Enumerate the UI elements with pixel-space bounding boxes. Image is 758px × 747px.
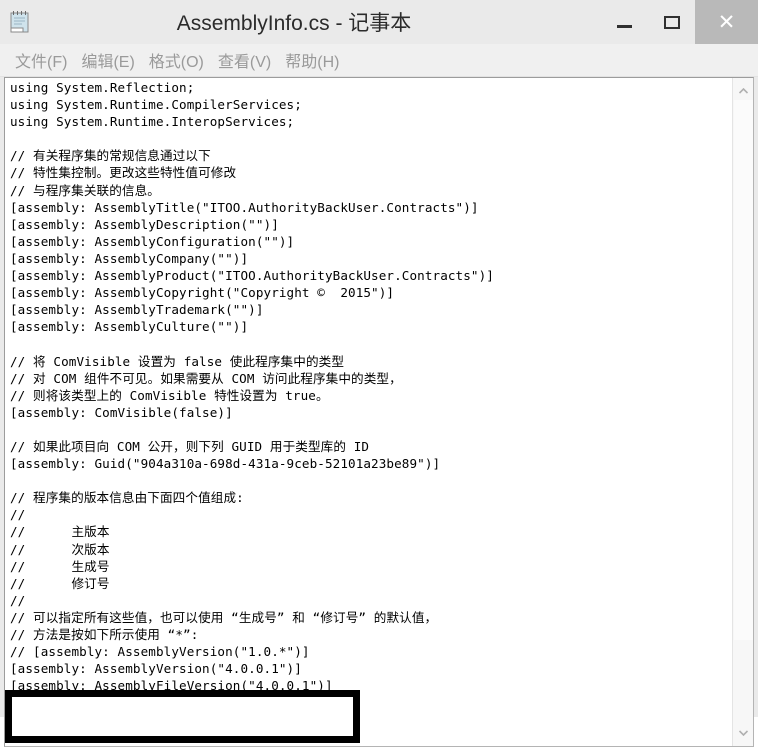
- code-line: using System.Runtime.InteropServices;: [10, 114, 295, 130]
- code-line: using System.Reflection;: [10, 80, 195, 95]
- code-line: [assembly: AssemblyDescription("")]: [10, 216, 279, 232]
- menu-item-format[interactable]: 格式(O): [142, 48, 211, 72]
- code-line: [assembly: Guid("904a310a-698d-431a-9ceb…: [10, 456, 441, 472]
- menu-item-help[interactable]: 帮助(H): [278, 48, 346, 72]
- code-line: [assembly: AssemblyCulture("")]: [10, 319, 249, 335]
- code-line: [assembly: ComVisible(false)]: [10, 404, 233, 420]
- code-line: // 将 ComVisible 设置为 false 使此程序集中的类型: [10, 353, 345, 369]
- title-bar: AssemblyInfo.cs - 记事本 ✕: [0, 0, 758, 44]
- maximize-icon: [663, 15, 680, 29]
- code-line: [assembly: AssemblyTrademark("")]: [10, 302, 264, 318]
- vertical-scrollbar[interactable]: [732, 78, 753, 746]
- code-line: // 有关程序集的常规信息通过以下: [10, 148, 211, 164]
- minimize-button[interactable]: [601, 0, 648, 44]
- code-line: // 对 COM 组件不可见。如果需要从 COM 访问此程序集中的类型，: [10, 370, 402, 386]
- window-controls: ✕: [601, 0, 758, 44]
- minimize-icon: [617, 24, 632, 28]
- notepad-icon: [10, 11, 29, 33]
- close-icon: ✕: [717, 10, 736, 34]
- menu-item-edit[interactable]: 编辑(E): [74, 48, 141, 72]
- menu-bar: 文件(F) 编辑(E) 格式(O) 查看(V) 帮助(H): [0, 44, 758, 77]
- code-line: using System.Runtime.CompilerServices;: [10, 97, 302, 113]
- code-line: [assembly: AssemblyVersion("4.0.0.1")]: [10, 661, 302, 677]
- code-line: // 则将该类型上的 ComVisible 特性设置为 true。: [10, 387, 329, 403]
- code-line: [assembly: AssemblyTitle("ITOO.Authority…: [10, 199, 479, 215]
- code-line: // 主版本: [10, 524, 110, 540]
- menu-item-view[interactable]: 查看(V): [211, 48, 278, 72]
- code-line: [assembly: AssemblyCompany("")]: [10, 250, 249, 266]
- code-line: // 程序集的版本信息由下面四个值组成:: [10, 490, 244, 506]
- code-line: // 生成号: [10, 558, 110, 574]
- code-line: //: [10, 592, 26, 608]
- code-line: // 如果此项目向 COM 公开，则下列 GUID 用于类型库的 ID: [10, 438, 370, 454]
- code-line: [assembly: AssemblyConfiguration("")]: [10, 233, 295, 249]
- code-line: // 次版本: [10, 541, 110, 557]
- notepad-window: AssemblyInfo.cs - 记事本 ✕ 文件(F) 编辑(E) 格式(O…: [0, 0, 758, 747]
- code-line: // 修订号: [10, 575, 110, 591]
- code-line: // [assembly: AssemblyVersion("1.0.*")]: [10, 644, 310, 660]
- code-line: // 与程序集关联的信息。: [10, 182, 160, 198]
- close-button[interactable]: ✕: [695, 0, 758, 44]
- scroll-up-icon[interactable]: [733, 81, 753, 101]
- code-line: //: [10, 507, 26, 523]
- code-line: // 特性集控制。更改这些特性值可修改: [10, 165, 237, 181]
- code-line: [assembly: AssemblyFileVersion("4.0.0.1"…: [10, 678, 333, 694]
- menu-item-file[interactable]: 文件(F): [8, 48, 74, 72]
- scroll-down-icon[interactable]: [733, 723, 753, 743]
- code-line: // 可以指定所有这些值，也可以使用 “生成号” 和 “修订号” 的默认值，: [10, 609, 438, 625]
- code-line: [assembly: AssemblyProduct("ITOO.Authori…: [10, 268, 494, 284]
- code-line: [assembly: AssemblyCopyright("Copyright …: [10, 285, 395, 301]
- code-line: // 方法是按如下所示使用 “*”:: [10, 627, 199, 642]
- maximize-button[interactable]: [648, 0, 695, 44]
- scrollbar-thumb[interactable]: [734, 100, 753, 640]
- text-editor-area[interactable]: using System.Reflection; using System.Run…: [4, 77, 754, 747]
- text-content[interactable]: using System.Reflection; using System.Run…: [10, 79, 731, 694]
